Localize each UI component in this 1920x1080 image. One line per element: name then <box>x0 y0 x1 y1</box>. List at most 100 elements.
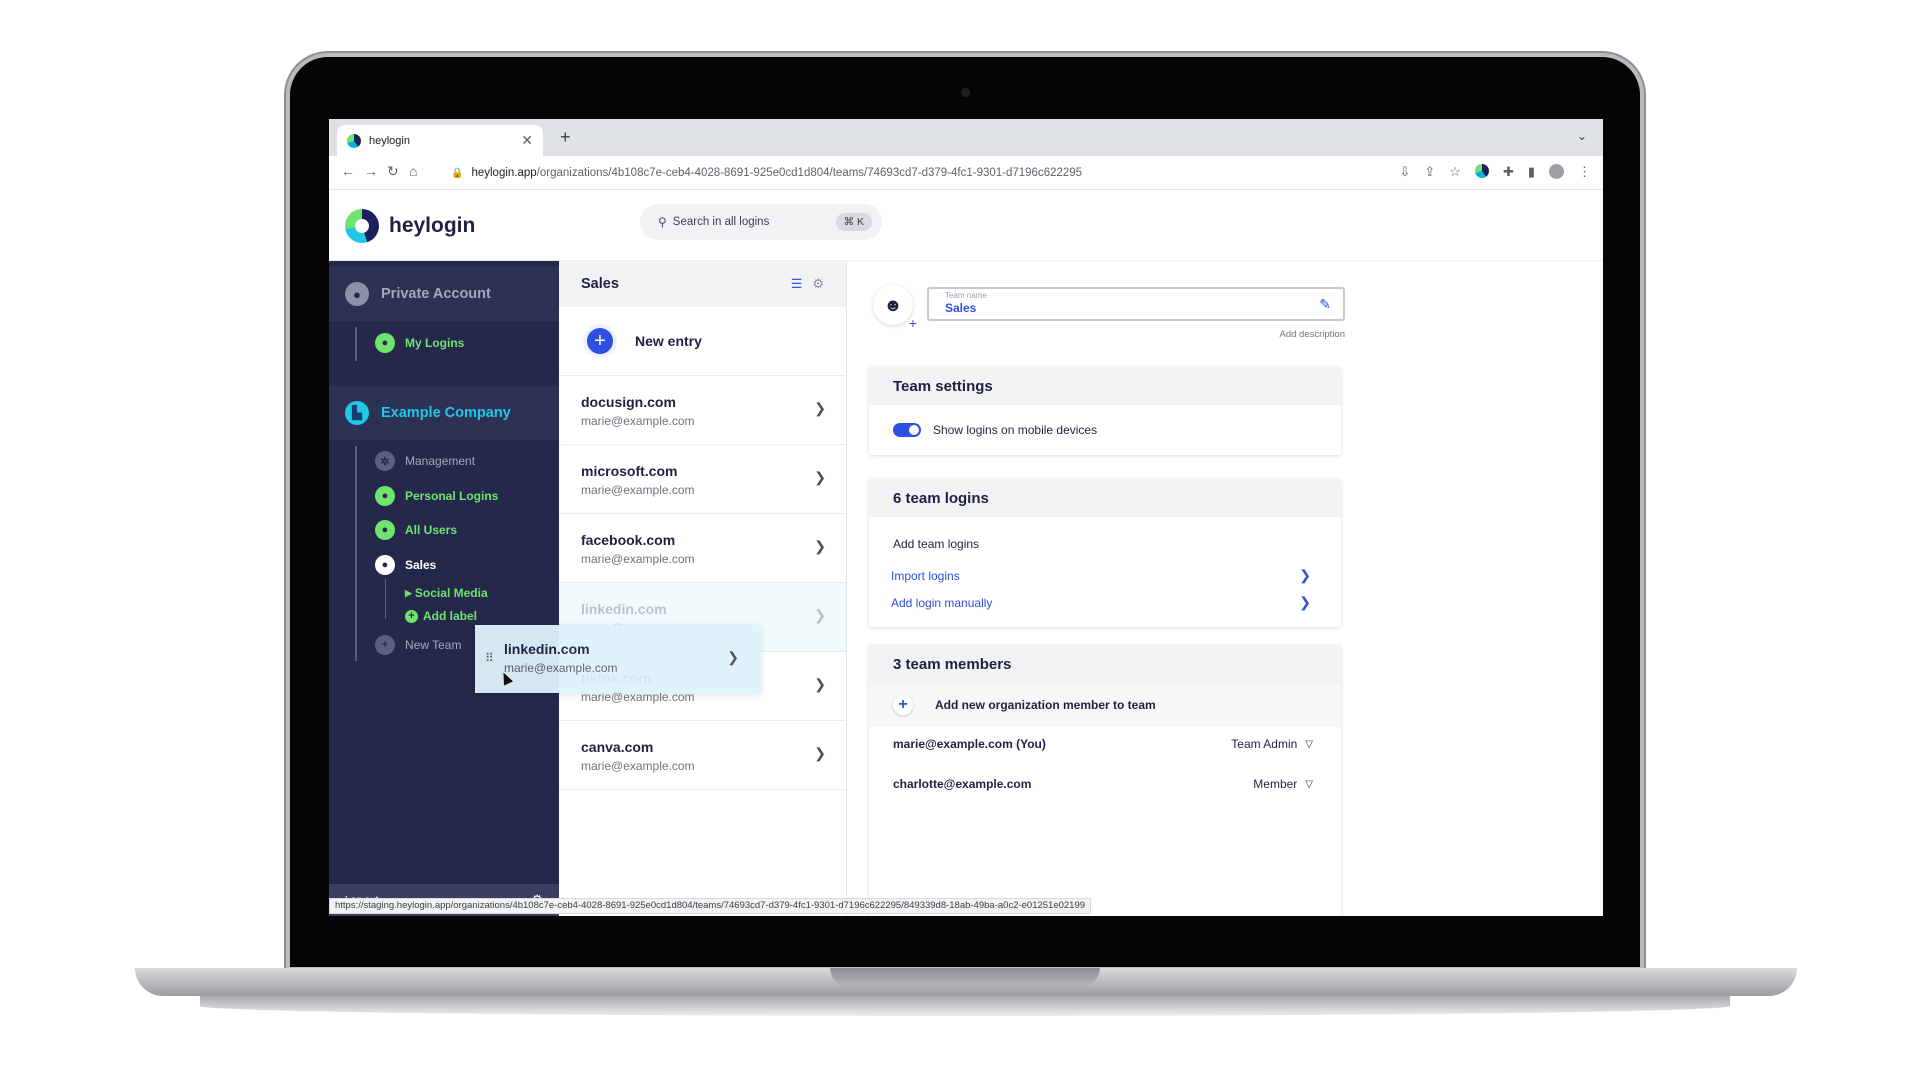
tree-line <box>355 327 357 361</box>
list-title: Sales <box>581 276 619 292</box>
close-tab-icon[interactable]: ✕ <box>521 132 533 149</box>
link-label: Import logins <box>891 568 960 583</box>
heylogin-logo[interactable]: heylogin <box>345 209 475 243</box>
building-icon: ▙ <box>345 401 369 425</box>
url-field[interactable]: 🔒 heylogin.app /organizations/4b108c7e-c… <box>451 161 1531 185</box>
sidebar-sub-label: Social Media <box>414 586 488 600</box>
search-input[interactable]: ⚲ Search in all logins ⌘ K <box>640 204 882 240</box>
install-app-icon[interactable]: ⇩ <box>1399 164 1410 180</box>
private-account-label: Private Account <box>381 286 491 302</box>
card-title: 6 team logins <box>869 479 1341 517</box>
login-entry[interactable]: facebook.com marie@example.com ❯ <box>559 514 846 583</box>
chevron-down-icon: ▽ <box>1305 738 1313 750</box>
sidebar-item-my-logins[interactable]: ● My Logins <box>375 333 464 353</box>
member-row: marie@example.com (You) Team Admin ▽ <box>869 727 1341 761</box>
extensions-puzzle-icon[interactable]: ✚ <box>1503 164 1514 180</box>
login-email: marie@example.com <box>581 759 695 773</box>
search-shortcut-badge: ⌘ K <box>835 213 872 231</box>
new-entry-button[interactable]: + New entry <box>559 307 846 376</box>
add-login-manually-link[interactable]: Add login manually ❯ <box>869 589 1341 627</box>
toggle-label: Show logins on mobile devices <box>933 423 1098 437</box>
heylogin-extension-icon[interactable] <box>1474 164 1489 178</box>
card-title: 3 team members <box>869 645 1341 683</box>
sidebar-section-example-company[interactable]: ▙ Example Company <box>329 386 559 440</box>
mobile-logins-toggle[interactable] <box>893 423 921 437</box>
sidebar-item-label: All Users <box>405 523 458 537</box>
chevron-right-icon: ❯ <box>1299 594 1311 610</box>
heylogin-favicon-icon <box>347 133 361 148</box>
chevron-right-icon: ❯ <box>814 745 826 761</box>
cog-circle-icon: ✲ <box>375 451 395 471</box>
team-members-card: 3 team members + Add new organization me… <box>869 645 1341 916</box>
login-domain: linkedin.com <box>581 601 667 617</box>
member-role-dropdown[interactable]: Member ▽ <box>1253 777 1313 791</box>
sidebar-item-management[interactable]: ✲ Management <box>375 451 475 471</box>
team-avatar[interactable]: ☻ + <box>873 285 917 331</box>
search-icon: ⚲ <box>658 215 667 229</box>
pencil-icon[interactable]: ✎ <box>1319 296 1331 313</box>
role-label: Member <box>1253 777 1298 791</box>
chevron-right-icon: ❯ <box>814 676 826 692</box>
login-entry[interactable]: canva.com marie@example.com ❯ <box>559 721 846 790</box>
forward-arrow-icon[interactable]: → <box>364 163 378 179</box>
sidebar-item-label: New Team <box>405 638 462 652</box>
add-label-button[interactable]: + Add label <box>405 609 477 623</box>
dragged-login-card[interactable]: ⠿ linkedin.com marie@example.com ❯ <box>475 625 761 693</box>
list-view-icon[interactable]: ☰ <box>791 276 803 292</box>
share-icon[interactable]: ⇪ <box>1424 164 1435 180</box>
team-name-field[interactable]: Team name Sales ✎ <box>927 287 1345 321</box>
profile-avatar-icon[interactable] <box>1549 164 1564 179</box>
login-email: marie@example.com <box>581 414 695 428</box>
login-domain: linkedin.com <box>504 641 590 657</box>
gear-icon[interactable]: ⚙ <box>812 276 824 292</box>
login-entry[interactable]: docusign.com marie@example.com ❯ <box>559 376 846 445</box>
list-header: Sales ☰ ⚙ <box>559 261 846 307</box>
drag-handle-icon[interactable]: ⠿ <box>485 651 494 665</box>
search-placeholder: Search in all logins <box>672 216 770 228</box>
new-team-button[interactable]: + New Team <box>375 635 461 655</box>
caret-right-icon: ▶ <box>405 587 412 598</box>
browser-toolbar-icons: ⇩ ⇪ ☆ ✚ ▮ ⋮ <box>1399 164 1591 180</box>
chevron-right-icon: ❯ <box>814 607 826 623</box>
sidebar-item-all-users[interactable]: ● All Users <box>375 520 457 540</box>
more-menu-icon[interactable]: ⋮ <box>1578 164 1591 180</box>
sidebar-section-private-account[interactable]: ● Private Account <box>329 267 559 321</box>
browser-tab[interactable]: heylogin ✕ <box>337 125 543 156</box>
sidebar-item-sales[interactable]: ● Sales <box>375 555 436 575</box>
link-label: Add login manually <box>891 595 993 610</box>
chevron-right-icon: ❯ <box>814 469 826 485</box>
screen: heylogin ✕ + ⌄ ← → ↻ ⌂ 🔒 heylogin.app /o… <box>329 119 1603 916</box>
camera <box>961 88 970 97</box>
team-logins-card: 6 team logins Add team logins Import log… <box>869 479 1341 627</box>
login-domain: docusign.com <box>581 394 676 410</box>
member-role-dropdown[interactable]: Team Admin ▽ <box>1231 737 1313 751</box>
sidebar-item-label: My Logins <box>405 336 465 350</box>
import-logins-link[interactable]: Import logins ❯ <box>869 557 1341 589</box>
tab-search-chevron-icon[interactable]: ⌄ <box>1577 129 1587 143</box>
side-panel-icon[interactable]: ▮ <box>1528 164 1535 180</box>
plus-icon: + <box>893 695 913 715</box>
add-description-link[interactable]: Add description <box>1280 329 1345 340</box>
url-host: heylogin.app <box>471 167 537 179</box>
back-arrow-icon[interactable]: ← <box>341 163 355 179</box>
plus-icon: + <box>405 609 418 623</box>
team-settings-card: Team settings Show logins on mobile devi… <box>869 367 1341 455</box>
url-path: /organizations/4b108c7e-ceb4-4028-8691-9… <box>536 167 1083 179</box>
sidebar-item-personal-logins[interactable]: ● Personal Logins <box>375 486 498 506</box>
new-tab-button[interactable]: + <box>560 127 571 148</box>
user-icon: ● <box>375 486 395 506</box>
login-entry[interactable]: microsoft.com marie@example.com ❯ <box>559 445 846 514</box>
chevron-right-icon: ❯ <box>814 538 826 554</box>
logo-text: heylogin <box>389 214 476 237</box>
login-domain: canva.com <box>581 739 654 755</box>
home-icon[interactable]: ⌂ <box>409 163 417 179</box>
reload-icon[interactable]: ↻ <box>387 163 399 180</box>
sidebar-item-label: Management <box>405 454 476 468</box>
bookmark-star-icon[interactable]: ☆ <box>1449 164 1461 180</box>
lock-icon: 🔒 <box>451 167 464 179</box>
add-member-label: Add new organization member to team <box>935 698 1156 712</box>
team-group-icon: ☻ <box>883 294 903 315</box>
add-member-button[interactable]: + Add new organization member to team <box>869 683 1341 727</box>
team-name-value: Sales <box>945 301 977 315</box>
sidebar-label-social-media[interactable]: ▶ Social Media <box>405 586 488 600</box>
